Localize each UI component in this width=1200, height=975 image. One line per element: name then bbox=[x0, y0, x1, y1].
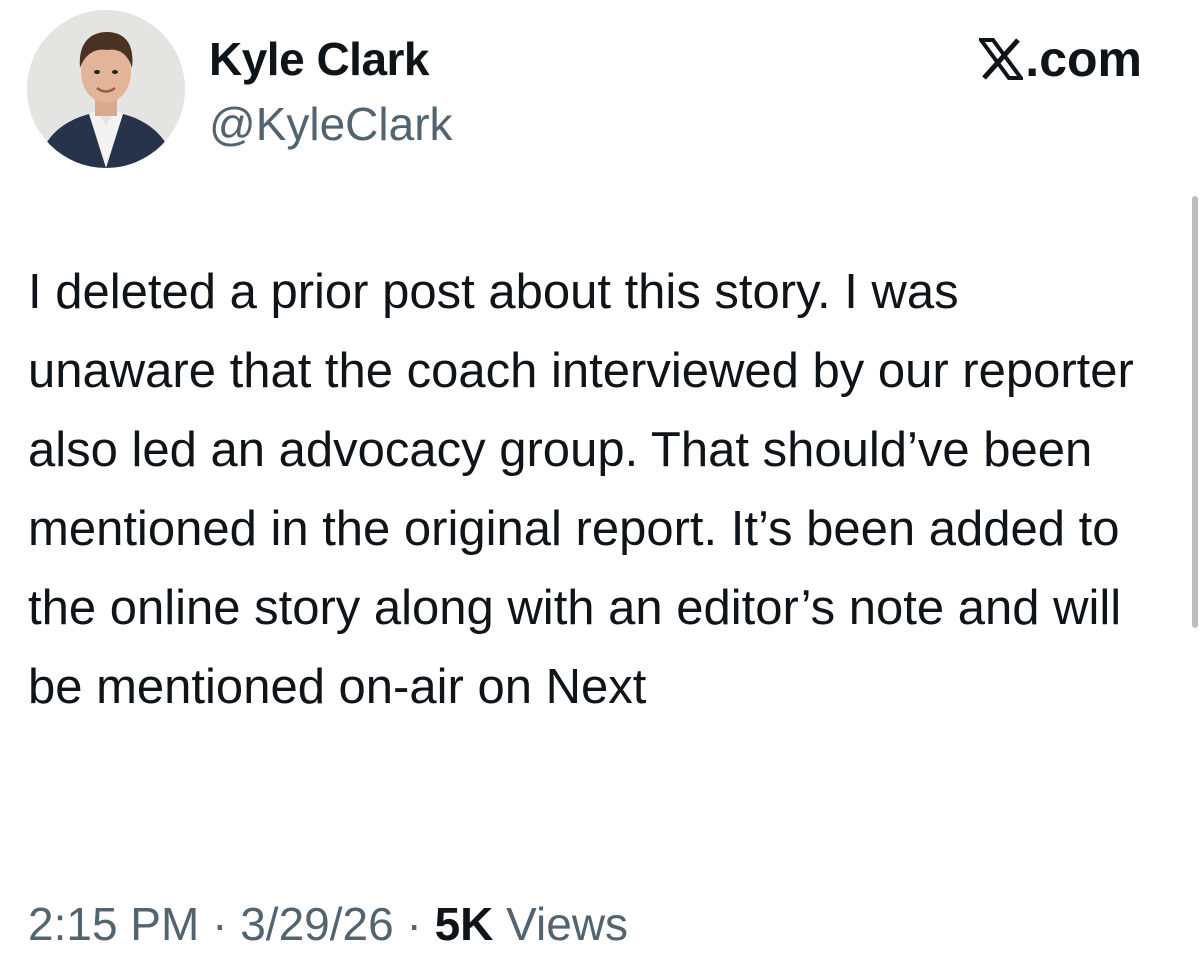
meta-separator: · bbox=[406, 898, 422, 950]
tweet-date[interactable]: 3/29/26 bbox=[240, 898, 393, 950]
x-logo-icon bbox=[979, 38, 1024, 80]
author-display-name[interactable]: Kyle Clark bbox=[209, 28, 430, 90]
scrollbar[interactable] bbox=[1192, 196, 1198, 628]
brand-domain-label: .com bbox=[1025, 31, 1142, 87]
author-handle[interactable]: @KyleClark bbox=[209, 93, 453, 155]
tweet-text: I deleted a prior post about this story.… bbox=[28, 265, 1134, 714]
views-label: Views bbox=[506, 898, 629, 950]
meta-separator: · bbox=[212, 898, 228, 950]
avatar[interactable] bbox=[27, 10, 185, 168]
avatar-photo bbox=[27, 10, 185, 168]
tweet-time[interactable]: 2:15 PM bbox=[28, 898, 199, 950]
views-count: 5K bbox=[434, 898, 494, 950]
tweet-meta: 2:15 PM · 3/29/26 · 5K Views bbox=[28, 893, 628, 955]
x-com-watermark: .com bbox=[979, 28, 1142, 90]
